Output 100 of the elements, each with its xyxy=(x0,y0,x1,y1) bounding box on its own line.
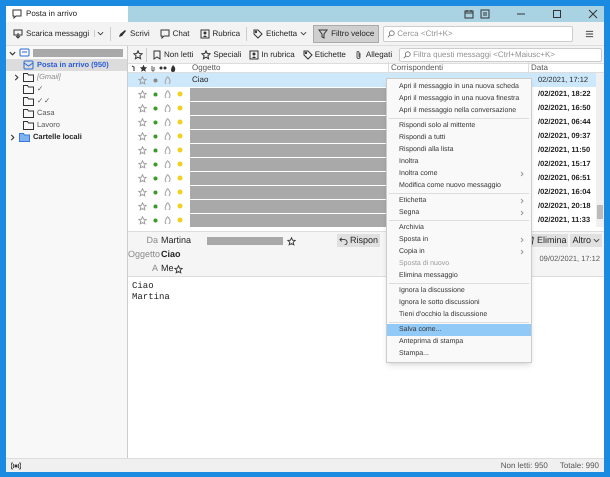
star-outline-icon xyxy=(138,188,147,196)
body-text-line: Ciao xyxy=(132,281,154,292)
star-outline-icon xyxy=(138,174,147,182)
pin-icon xyxy=(133,50,143,60)
chevron-right-icon[interactable] xyxy=(13,74,20,80)
tag-icon xyxy=(253,28,263,38)
subject-cell: Ciao xyxy=(192,75,208,84)
junk-dot-icon[interactable] xyxy=(177,189,183,195)
field-label: Oggetto xyxy=(128,248,158,262)
star-outline-icon xyxy=(138,160,147,168)
recipient-name[interactable]: Me xyxy=(161,262,174,276)
thread-icon[interactable] xyxy=(131,64,137,72)
star-outline-icon xyxy=(138,146,147,154)
read-status-dot-icon[interactable] xyxy=(153,190,158,194)
close-icon[interactable] xyxy=(588,9,598,19)
junk-dot-icon[interactable] xyxy=(177,161,183,167)
search-icon xyxy=(387,30,396,38)
message-row[interactable]: Ciao xyxy=(128,73,386,87)
folder-icon xyxy=(23,108,34,118)
read-status-icon[interactable] xyxy=(159,65,167,71)
chevron-down-icon[interactable] xyxy=(9,50,16,56)
toolbar-button[interactable]: Rubrica xyxy=(196,24,244,42)
toolbar-button[interactable]: Chat xyxy=(156,24,194,42)
read-status-dot-icon[interactable] xyxy=(153,120,158,124)
signal-icon[interactable] xyxy=(11,462,21,470)
folder-icon xyxy=(23,72,34,82)
caret-icon xyxy=(593,237,600,244)
folder-icon xyxy=(23,84,34,94)
scrollbar[interactable] xyxy=(596,73,604,227)
tasks-icon[interactable] xyxy=(480,9,490,19)
read-status-dot-icon[interactable] xyxy=(153,148,158,152)
junk-dot-icon[interactable] xyxy=(177,105,183,111)
read-status-dot-icon[interactable] xyxy=(153,92,158,96)
filter-button[interactable]: Non letti xyxy=(149,48,196,62)
column-header[interactable]: Oggetto xyxy=(190,62,388,74)
reply-icon xyxy=(338,236,348,245)
action-button[interactable]: Rispon xyxy=(336,234,380,247)
tab[interactable]: Posta in arrivo xyxy=(6,6,128,22)
contact-card-icon xyxy=(249,50,260,60)
junk-dot-icon[interactable] xyxy=(177,147,183,153)
pencil-icon xyxy=(117,28,128,38)
star-icon xyxy=(140,64,147,72)
pin-button[interactable] xyxy=(130,48,147,62)
star-outline-icon xyxy=(138,216,147,224)
read-status-dot-icon[interactable] xyxy=(153,176,158,180)
flame-icon[interactable] xyxy=(170,64,176,72)
star-outline-icon xyxy=(138,132,147,140)
search-field[interactable]: Cerca <Ctrl+K> xyxy=(383,26,573,42)
unread-count: Non letti: 950 xyxy=(500,460,548,472)
star-outline-icon xyxy=(138,104,147,112)
bookmark-icon xyxy=(152,50,162,60)
toolbar-button[interactable]: Etichetta xyxy=(249,24,312,42)
action-button[interactable]: Altro xyxy=(570,234,602,247)
star-outline-icon xyxy=(174,264,183,274)
junk-dot-icon[interactable] xyxy=(177,175,183,181)
body-text-line: Martina xyxy=(132,292,170,303)
download-icon xyxy=(13,28,23,38)
maximize-icon[interactable] xyxy=(552,9,562,19)
star-outline-icon xyxy=(138,76,147,84)
read-status-dot-icon[interactable] xyxy=(153,78,158,82)
toolbar-button[interactable]: Filtro veloce xyxy=(313,24,380,42)
tag-icon xyxy=(302,50,313,60)
junk-dot-icon[interactable] xyxy=(177,203,183,209)
star-outline-icon xyxy=(138,90,147,98)
field-label: Da xyxy=(145,234,158,248)
menu-icon[interactable] xyxy=(584,28,594,38)
toolbar-button[interactable]: Scrivi xyxy=(113,24,154,42)
total-count: Totale: 990 xyxy=(560,460,599,472)
junk-dot-icon[interactable] xyxy=(177,217,183,223)
junk-dot-icon[interactable] xyxy=(177,119,183,125)
read-status-dot-icon[interactable] xyxy=(153,218,158,222)
filter-button[interactable]: Allegati xyxy=(350,48,396,62)
read-status-dot-icon[interactable] xyxy=(153,204,158,208)
search-icon xyxy=(403,50,412,58)
read-status-dot-icon[interactable] xyxy=(153,106,158,110)
chevron-right-icon[interactable] xyxy=(9,134,16,140)
message-subject: Ciao xyxy=(161,248,181,262)
folder-icon xyxy=(23,96,34,106)
contact-card-icon xyxy=(200,28,210,38)
star-icon xyxy=(201,50,212,60)
star-outline-icon xyxy=(287,236,296,246)
star-outline-icon xyxy=(138,202,147,210)
toolbar-button[interactable]: Scarica messaggi xyxy=(9,24,108,42)
filter-button[interactable]: Etichette xyxy=(300,48,349,62)
star-outline-icon xyxy=(138,118,147,126)
read-status-dot-icon[interactable] xyxy=(153,162,158,166)
sender-name[interactable]: Martina xyxy=(161,234,203,248)
read-status-dot-icon[interactable] xyxy=(153,134,158,138)
filter-button[interactable]: Speciali xyxy=(198,48,244,62)
filter-button[interactable]: In rubrica xyxy=(246,48,298,62)
folder-icon xyxy=(19,132,30,142)
junk-dot-icon[interactable] xyxy=(177,91,183,97)
calendar-icon[interactable] xyxy=(464,9,474,19)
folder-icon xyxy=(23,120,34,130)
filter-search-field[interactable]: Filtra questi messaggi <Ctrl+Maiusc+K> xyxy=(399,48,602,62)
junk-dot-icon[interactable] xyxy=(177,133,183,139)
field-label: A xyxy=(150,262,158,276)
mail-account-icon xyxy=(19,48,30,58)
paperclip-icon[interactable] xyxy=(150,64,156,72)
funnel-icon xyxy=(318,28,328,38)
